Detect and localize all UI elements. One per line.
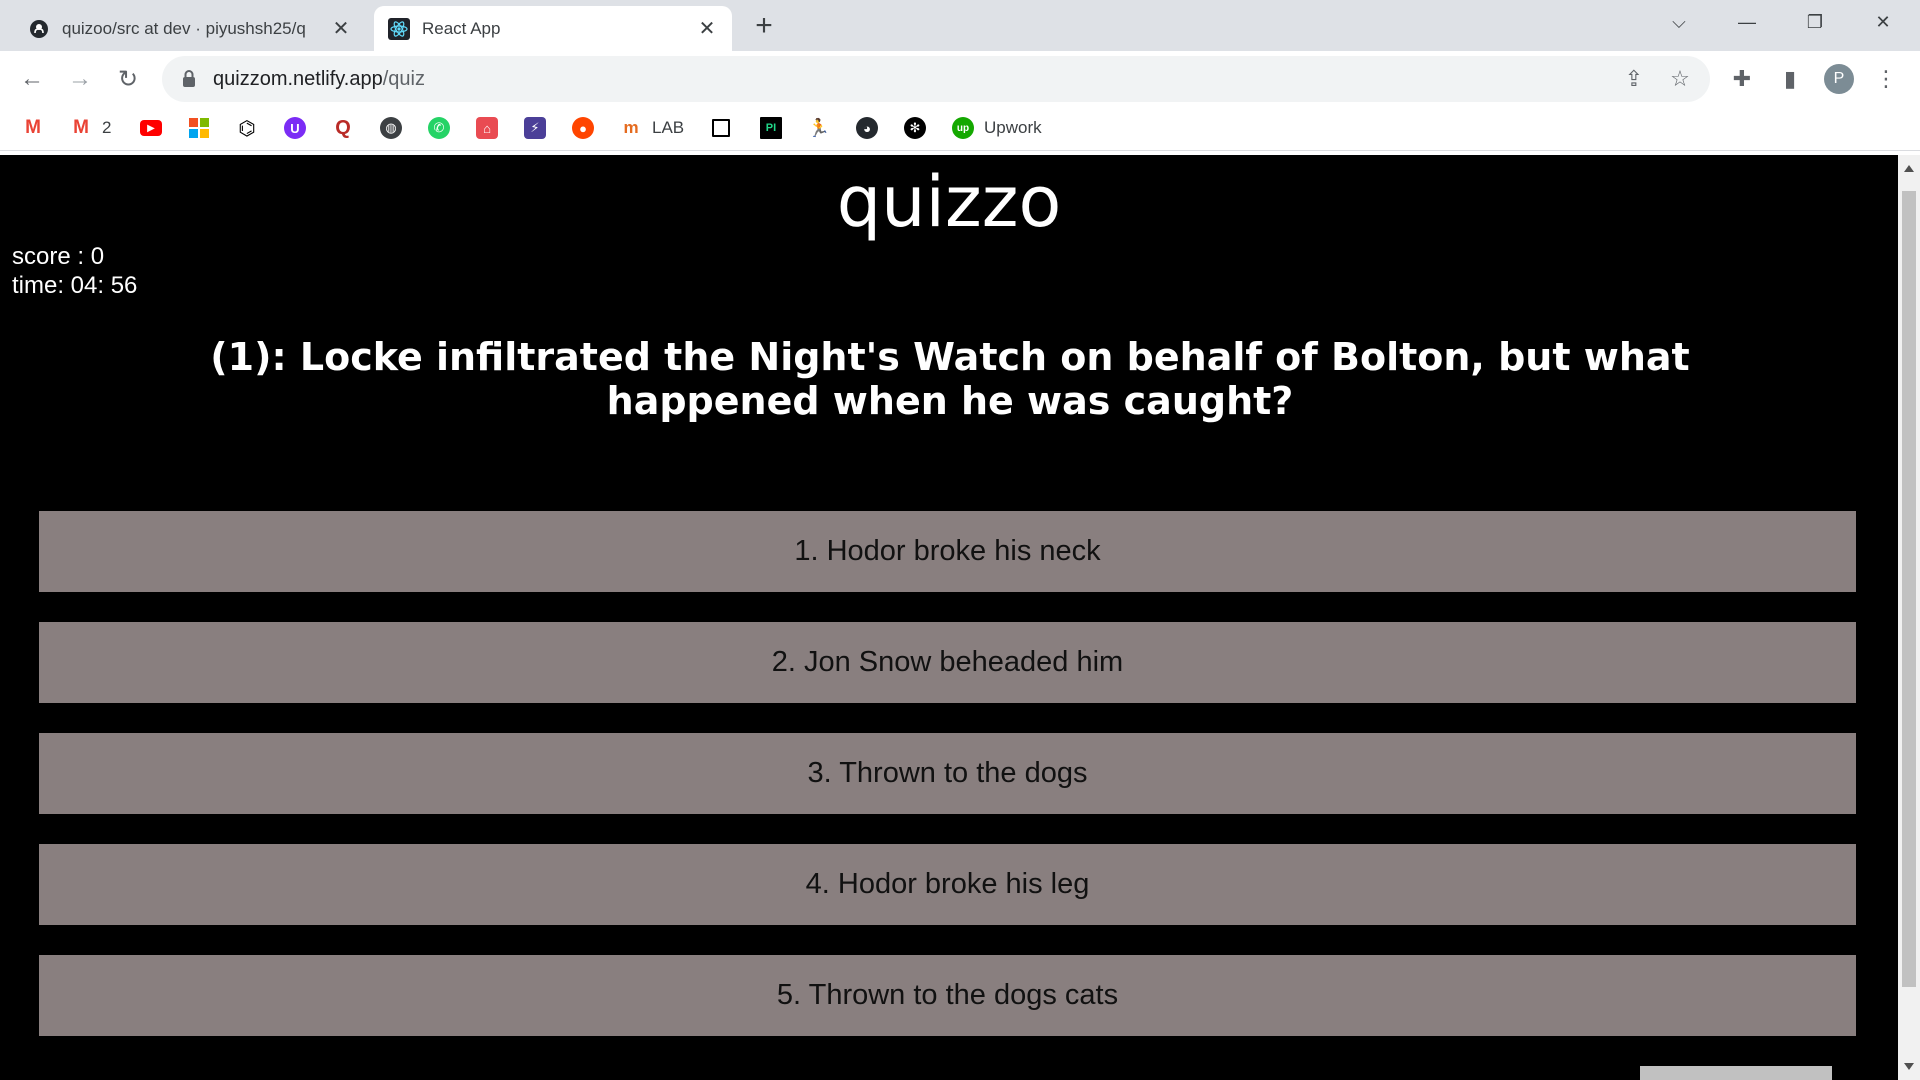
globe-icon: ◍: [380, 117, 402, 139]
tab-github[interactable]: quizoo/src at dev · piyushsh25/q ✕: [14, 6, 366, 51]
quora-icon: Q: [335, 116, 351, 139]
browser-toolbar: ← → ↻ quizzom.netlify.app/quiz ⇪ ☆ ✚ ▮ P…: [0, 51, 1920, 105]
microsoft-icon: [188, 117, 210, 139]
address-bar[interactable]: quizzom.netlify.app/quiz ⇪ ☆: [162, 56, 1710, 102]
url-text: quizzom.netlify.app/quiz: [213, 68, 425, 90]
bookmark-square[interactable]: [712, 116, 730, 140]
pi-icon: PI: [760, 117, 782, 139]
horizontal-scrollbar-thumb[interactable]: [1640, 1066, 1832, 1080]
quiz-page: quizzo score : 0 time: 04: 56 (1): Locke…: [0, 155, 1898, 1080]
gmail-icon: M: [73, 117, 89, 138]
scroll-up-arrow[interactable]: [1904, 165, 1914, 172]
bookmark-gmail-2[interactable]: M2: [70, 116, 111, 140]
option-button-3[interactable]: 3. Thrown to the dogs: [39, 733, 1856, 814]
square-icon: [712, 119, 730, 137]
upwork-icon: up: [952, 117, 974, 139]
whatsapp-icon: ✆: [428, 117, 450, 139]
minimize-button[interactable]: —: [1714, 0, 1780, 44]
restore-button[interactable]: ❐: [1782, 0, 1848, 44]
bookmark-microsoft[interactable]: [188, 116, 210, 140]
bookmarks-bar: M M2 ▶ ⌬ U Q ◍ ✆ ⌂ ⚡ ● m LAB PI 🏃 ◕ ✻ up U…: [0, 105, 1920, 151]
lab-icon: m: [623, 118, 639, 137]
menu-icon[interactable]: ⋮: [1870, 63, 1902, 95]
option-button-1[interactable]: 1. Hodor broke his neck: [39, 511, 1856, 592]
runner-icon: 🏃: [807, 117, 831, 138]
timer-display: time: 04: 56: [12, 272, 138, 299]
close-window-button[interactable]: ✕: [1850, 0, 1916, 44]
option-button-5[interactable]: 5. Thrown to the dogs cats: [39, 955, 1856, 1036]
bookmark-bolt[interactable]: ⚡: [524, 116, 546, 140]
side-panel-icon[interactable]: ▮: [1774, 63, 1806, 95]
tab-strip: quizoo/src at dev · piyushsh25/q ✕ React…: [0, 0, 1920, 51]
bookmark-whatsapp[interactable]: ✆: [428, 116, 450, 140]
reload-button[interactable]: ↻: [110, 61, 146, 97]
share-icon[interactable]: ⇪: [1620, 65, 1648, 93]
bookmark-codepen[interactable]: ⌬: [236, 116, 258, 140]
bookmark-runner[interactable]: 🏃: [808, 116, 830, 140]
option-button-2[interactable]: 2. Jon Snow beheaded him: [39, 622, 1856, 703]
tab-title: quizoo/src at dev · piyushsh25/q: [62, 18, 306, 38]
bookmark-youtube[interactable]: ▶: [140, 116, 162, 140]
bookmark-pi[interactable]: PI: [760, 116, 782, 140]
options-list: 1. Hodor broke his neck 2. Jon Snow behe…: [39, 511, 1856, 1066]
question-text: (1): Locke infiltrated the Night's Watch…: [210, 335, 1690, 423]
avatar[interactable]: P: [1824, 64, 1854, 94]
bookmark-store[interactable]: ⌂: [476, 116, 498, 140]
scroll-down-arrow[interactable]: [1904, 1063, 1914, 1070]
option-button-4[interactable]: 4. Hodor broke his leg: [39, 844, 1856, 925]
bookmark-gmail[interactable]: M: [22, 116, 44, 140]
unacademy-icon: U: [284, 117, 306, 139]
app-title: quizzo: [836, 161, 1062, 243]
tab-title: React App: [422, 18, 501, 38]
openai-icon: ✻: [904, 117, 926, 139]
bookmark-quora[interactable]: Q: [332, 116, 354, 140]
bookmark-openai[interactable]: ✻: [904, 116, 926, 140]
close-tab-icon[interactable]: ✕: [696, 18, 718, 40]
react-icon: [388, 17, 410, 40]
bookmark-lab[interactable]: m LAB: [620, 116, 684, 140]
lock-icon: [182, 69, 196, 89]
bookmark-upwork[interactable]: up Upwork: [952, 116, 1042, 140]
forward-button[interactable]: →: [62, 61, 98, 97]
tab-search-icon[interactable]: ⌵: [1646, 0, 1712, 44]
back-button[interactable]: ←: [14, 61, 50, 97]
store-icon: ⌂: [476, 117, 498, 139]
score-display: score : 0: [12, 243, 105, 270]
youtube-icon: ▶: [140, 120, 162, 136]
bookmark-globe[interactable]: ◍: [380, 116, 402, 140]
codepen-icon: ⌬: [238, 117, 256, 140]
new-tab-button[interactable]: +: [748, 9, 780, 42]
reddit-icon: ●: [572, 117, 594, 139]
tab-react-app[interactable]: React App ✕: [374, 6, 732, 51]
extensions-icon[interactable]: ✚: [1726, 63, 1758, 95]
github-icon: [28, 18, 50, 40]
bookmark-github[interactable]: ◕: [856, 116, 878, 140]
gmail-icon: M: [25, 117, 41, 138]
bolt-icon: ⚡: [524, 117, 546, 139]
github-icon: ◕: [856, 117, 878, 139]
bookmark-star-icon[interactable]: ☆: [1666, 65, 1694, 93]
browser-chrome: quizoo/src at dev · piyushsh25/q ✕ React…: [0, 0, 1920, 155]
vertical-scrollbar[interactable]: [1898, 155, 1920, 1080]
close-tab-icon[interactable]: ✕: [330, 18, 352, 40]
scrollbar-thumb[interactable]: [1902, 191, 1916, 987]
bookmark-unacademy[interactable]: U: [284, 116, 306, 140]
bookmark-reddit[interactable]: ●: [572, 116, 594, 140]
